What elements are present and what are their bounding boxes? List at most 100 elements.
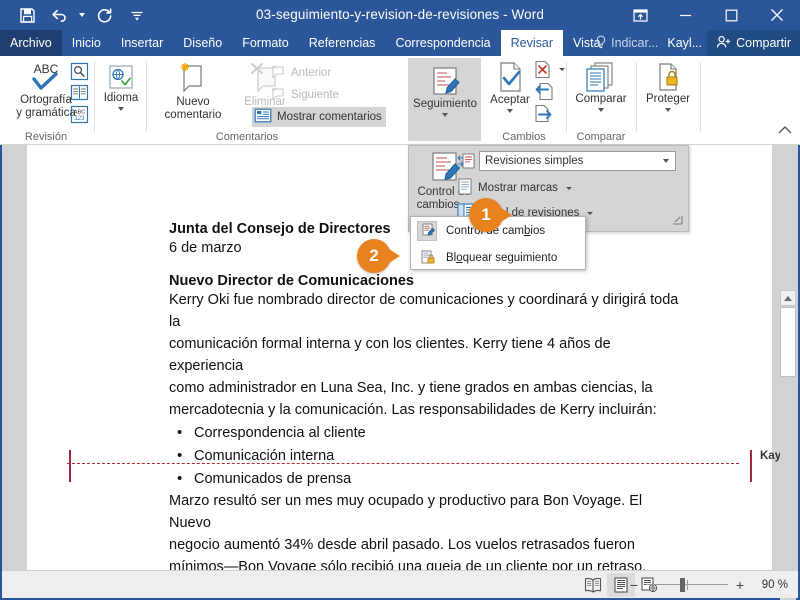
next-comment-icon: [270, 86, 286, 103]
show-markup-menu[interactable]: Mostrar marcas: [457, 178, 572, 198]
status-bar: − + 90 %: [2, 570, 798, 598]
ribbon-right-controls: Indicar... Kayl... Compartir: [588, 30, 800, 56]
callout-badge-2: 2: [357, 239, 400, 273]
doc-bullet-list: Correspondencia al cliente Comunicación …: [169, 421, 684, 491]
doc-paragraph-1-line-2: comunicación formal interna y con los cl…: [169, 336, 611, 374]
protect-label: Proteger: [645, 93, 691, 105]
tell-me-box[interactable]: Indicar...: [588, 30, 665, 56]
track-changes-icon: [425, 64, 465, 98]
tab-correspondencia[interactable]: Correspondencia: [385, 30, 500, 56]
window-controls: [618, 0, 800, 30]
accept-button[interactable]: Aceptar: [486, 60, 534, 113]
tracking-label: Seguimiento: [413, 98, 477, 110]
reject-button[interactable]: [534, 60, 565, 79]
close-icon[interactable]: [754, 0, 800, 30]
zoom-slider-midpoint: [687, 580, 688, 590]
scroll-up-icon[interactable]: [780, 290, 796, 306]
minimize-icon[interactable]: [662, 0, 708, 30]
display-for-review-icon: [457, 153, 475, 170]
callout-tail-2: [389, 249, 400, 263]
accept-check-icon: [493, 60, 527, 94]
zoom-slider[interactable]: [646, 578, 728, 592]
read-mode-icon[interactable]: [579, 573, 607, 597]
title-bar: 03-seguimiento-y-revision-de-revisiones …: [0, 0, 800, 30]
zoom-out-button[interactable]: −: [629, 577, 639, 593]
tab-diseno[interactable]: Diseño: [173, 30, 232, 56]
show-markup-dropdown-icon[interactable]: [565, 186, 572, 190]
tab-formato[interactable]: Formato: [232, 30, 299, 56]
ribbon-group-proteger: Proteger: [638, 56, 698, 145]
ribbon-group-comentarios: Nuevo comentario Eliminar Anterior Sigui…: [148, 56, 406, 145]
tab-inicio[interactable]: Inicio: [62, 30, 111, 56]
zoom-slider-thumb[interactable]: [680, 578, 685, 592]
tab-archivo[interactable]: Archivo: [0, 30, 62, 56]
previous-change-button[interactable]: [534, 82, 554, 101]
show-comments-button[interactable]: Mostrar comentarios: [252, 107, 386, 127]
svg-text:123: 123: [74, 116, 85, 122]
tell-me-label: Indicar...: [611, 36, 659, 50]
doc-paragraph-2-line-1: Marzo resultó ser un mes muy ocupado y p…: [169, 493, 643, 531]
thesaurus-icon[interactable]: [70, 84, 89, 101]
reviewing-pane-dropdown-icon[interactable]: [587, 211, 594, 215]
display-for-review-chevron-down-icon[interactable]: [663, 159, 669, 163]
ribbon-display-options-icon[interactable]: [618, 0, 662, 30]
group-label-comparar: Comparar: [576, 131, 626, 143]
new-comment-button[interactable]: Nuevo comentario: [152, 60, 234, 122]
group-divider-5: [636, 62, 637, 132]
zoom-level-label[interactable]: 90 %: [752, 579, 788, 591]
doc-bullet-item: Correspondencia al cliente: [169, 421, 684, 445]
group-divider-1: [94, 62, 95, 132]
tab-referencias[interactable]: Referencias: [299, 30, 386, 56]
compare-button[interactable]: Comparar: [572, 61, 630, 112]
tracking-dialog-launcher-icon[interactable]: [672, 215, 683, 228]
scrollbar-thumb[interactable]: [780, 307, 796, 377]
previous-comment-label: Anterior: [291, 66, 332, 79]
revision-change-bar-left: [69, 450, 71, 482]
tracking-dropdown-icon[interactable]: [442, 113, 448, 117]
accept-dropdown-icon[interactable]: [507, 109, 513, 113]
new-comment-icon: [173, 60, 213, 96]
zoom-in-button[interactable]: +: [735, 577, 745, 593]
group-divider-2: [146, 62, 147, 132]
menu-item-bloquear-seguimiento[interactable]: Bloquear seguimiento: [411, 244, 585, 271]
tracking-button[interactable]: Seguimiento: [410, 64, 480, 117]
callout-number-1: 1: [481, 205, 491, 224]
track-changes-menu-icon: [417, 220, 437, 241]
protect-dropdown-icon[interactable]: [665, 108, 671, 112]
undo-dropdown-icon[interactable]: [76, 1, 88, 29]
maximize-icon[interactable]: [708, 0, 754, 30]
display-for-review-combobox[interactable]: Revisiones simples: [479, 151, 676, 171]
callout-number-2: 2: [369, 246, 379, 265]
compare-label: Comparar: [575, 93, 627, 105]
language-dropdown-icon[interactable]: [118, 107, 124, 111]
display-for-review-value: Revisiones simples: [485, 155, 584, 167]
vertical-scrollbar[interactable]: [780, 290, 796, 600]
new-comment-line1: Nuevo: [176, 96, 210, 108]
svg-text:ABC: ABC: [74, 110, 86, 116]
next-comment-button: Siguiente: [270, 86, 339, 103]
account-name[interactable]: Kayl...: [665, 30, 707, 56]
save-icon[interactable]: [12, 1, 42, 29]
undo-icon[interactable]: [44, 1, 74, 29]
next-change-button[interactable]: [534, 104, 554, 123]
group-label-cambios: Cambios: [502, 131, 546, 143]
document-content-lower: Marzo resultó ser un mes muy ocupado y p…: [169, 490, 684, 578]
word-count-icon[interactable]: ABC 123: [70, 105, 89, 124]
protect-button[interactable]: Proteger: [641, 61, 695, 112]
tab-revisar[interactable]: Revisar: [500, 30, 564, 56]
redo-icon[interactable]: [90, 1, 120, 29]
compare-dropdown-icon[interactable]: [598, 108, 604, 112]
share-button[interactable]: Compartir: [707, 30, 800, 56]
group-label-revision: Revisión: [24, 131, 68, 143]
language-button[interactable]: Idioma: [99, 62, 143, 111]
menu-item-bloquear-seguimiento-label: Bloquear seguimiento: [446, 251, 558, 264]
customize-qat-icon[interactable]: [122, 1, 152, 29]
ribbon-group-cambios: Aceptar Cambios: [484, 56, 565, 145]
callout-tail-1: [501, 208, 512, 222]
collapse-ribbon-icon[interactable]: [778, 122, 792, 140]
reject-dropdown-icon[interactable]: [559, 68, 565, 71]
tab-insertar[interactable]: Insertar: [111, 30, 173, 56]
doc-paragraph-2-line-2: negocio aumentó 34% desde abril pasado. …: [169, 537, 635, 553]
ribbon-tabs: Archivo Inicio Insertar Diseño Formato R…: [0, 30, 611, 56]
research-icon[interactable]: [70, 62, 89, 81]
